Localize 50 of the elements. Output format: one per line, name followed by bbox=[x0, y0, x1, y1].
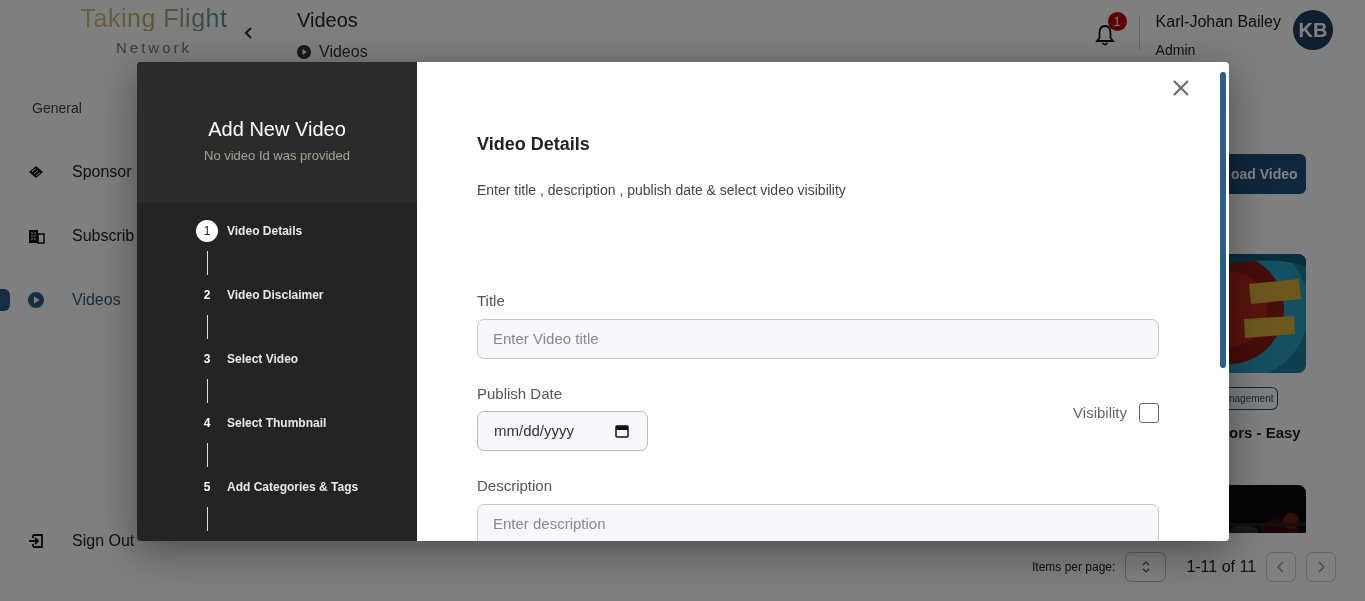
field-label: Visibility bbox=[1073, 402, 1127, 423]
chevron-right-icon bbox=[1317, 561, 1326, 573]
step-label[interactable]: Select Thumbnail bbox=[227, 414, 327, 432]
section-description: Enter title , description , publish date & select video visibility bbox=[477, 181, 847, 200]
close-icon bbox=[1173, 80, 1189, 96]
bell-icon[interactable] bbox=[1094, 23, 1115, 46]
step-number: 3 bbox=[202, 351, 212, 368]
calendar-icon bbox=[615, 424, 629, 438]
notification-badge: 1 bbox=[1107, 12, 1127, 31]
sidebar-item[interactable]: Sponsor bbox=[72, 160, 132, 184]
sidebar-item[interactable]: Videos bbox=[72, 288, 121, 312]
play-circle-icon bbox=[27, 291, 45, 309]
items-per-page-label: Items per page: bbox=[1032, 559, 1116, 576]
field-label: Description bbox=[477, 476, 554, 496]
modal-title: Add New Video bbox=[207, 117, 347, 142]
close-button[interactable] bbox=[1173, 80, 1189, 96]
user-name: Karl-Johan Bailey bbox=[1155, 12, 1281, 32]
sort-caret-icon bbox=[1141, 561, 1150, 573]
user-role: Admin bbox=[1155, 41, 1197, 60]
section-heading: General bbox=[31, 99, 83, 118]
step-number: 1 bbox=[196, 220, 218, 242]
building-icon bbox=[27, 227, 45, 245]
page-title: Videos bbox=[297, 8, 359, 32]
step-label[interactable]: Add Categories & Tags bbox=[227, 478, 359, 496]
chevron-left-icon bbox=[1277, 561, 1286, 573]
date-input[interactable]: mm/dd/yyyy bbox=[477, 411, 648, 451]
sign-out-link[interactable]: Sign Out bbox=[72, 529, 135, 553]
breadcrumb-link[interactable]: Videos bbox=[319, 40, 368, 64]
description-input[interactable]: Enter description bbox=[477, 503, 1159, 541]
logo-subtitle: Network bbox=[115, 38, 193, 58]
step-label[interactable]: Video Disclaimer bbox=[227, 286, 324, 304]
user-avatar[interactable]: KB bbox=[1293, 10, 1333, 50]
modal-subtitle: No video Id was provided bbox=[203, 147, 351, 165]
step-number: 4 bbox=[202, 415, 212, 432]
field-label: Title bbox=[477, 291, 506, 311]
section-title: Video Details bbox=[477, 133, 591, 156]
field-label: Publish Date bbox=[477, 383, 564, 404]
video-title: ors - Easy bbox=[1229, 423, 1302, 443]
upload-video-button[interactable]: oad Video bbox=[1229, 154, 1306, 194]
title-input[interactable]: Enter Video title bbox=[477, 318, 1159, 359]
play-circle-icon bbox=[297, 45, 311, 59]
step-number: 5 bbox=[202, 479, 212, 496]
collapse-chevron-icon[interactable] bbox=[244, 26, 254, 40]
step-label[interactable]: Select Video bbox=[227, 350, 299, 368]
visibility-checkbox[interactable] bbox=[1139, 402, 1159, 423]
page-range: 1-11 of 11 bbox=[1186, 557, 1257, 577]
sidebar-item[interactable]: Subscrib bbox=[72, 224, 135, 248]
step-number: 2 bbox=[202, 287, 212, 304]
sign-out-icon bbox=[27, 532, 45, 550]
step-label[interactable]: Video Details bbox=[227, 222, 303, 240]
